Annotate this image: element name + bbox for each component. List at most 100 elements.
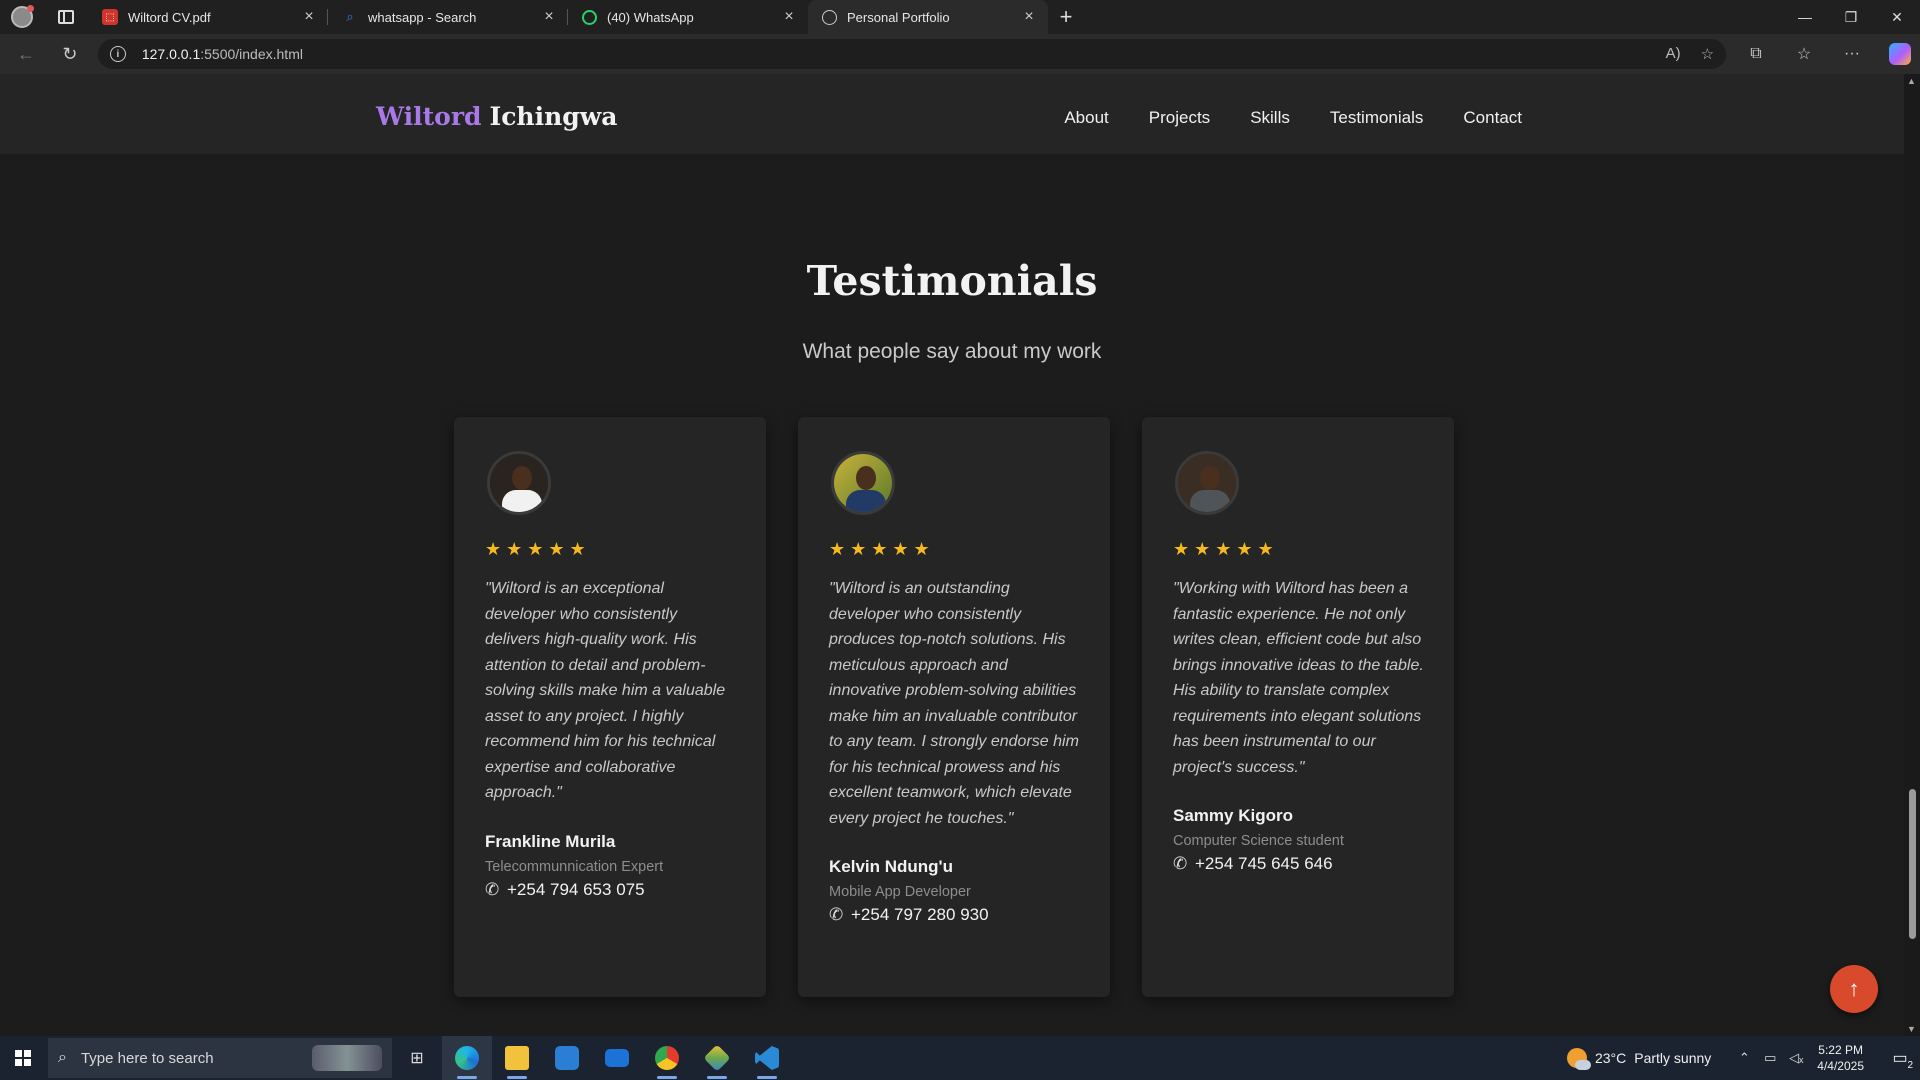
testimonial-phone[interactable]: ✆ +254 794 653 075 [485,880,736,900]
edge-icon [455,1046,479,1070]
phone-number: +254 797 280 930 [851,905,989,924]
testimonial-quote: "Wiltord is an exceptional developer who… [485,580,726,801]
browser-tab-cv-pdf[interactable]: ⬚ Wiltord CV.pdf × [88,0,328,34]
site-nav: About Projects Skills Testimonials Conta… [1064,108,1522,128]
scroll-up-arrow-icon[interactable]: ▲ [1907,76,1916,86]
testimonial-role: Computer Science student [1173,833,1344,849]
avatar-body [1190,490,1230,512]
close-tab-icon[interactable]: × [300,8,318,26]
chevron-up-icon[interactable]: ⌃ [1731,1050,1757,1066]
clock-date: 4/4/2025 [1817,1059,1864,1073]
nav-link-contact[interactable]: Contact [1463,108,1522,128]
folder-icon [505,1046,529,1070]
task-view-button[interactable]: ⊞ [392,1036,442,1080]
taskbar-git-app[interactable] [692,1036,742,1080]
close-tab-icon[interactable]: × [1020,8,1038,26]
taskbar-search-box[interactable]: ⌕ Type here to search [48,1038,392,1078]
more-menu-icon[interactable]: ··· [1832,38,1872,70]
minimize-icon[interactable]: — [1782,0,1828,34]
clock-time: 5:22 PM [1818,1043,1863,1057]
weather-widget[interactable]: 23°C Partly sunny [1566,1048,1711,1070]
site-logo[interactable]: Wiltord Ichingwa [376,102,617,131]
restore-icon[interactable]: ❐ [1828,0,1874,34]
taskbar-store[interactable] [542,1036,592,1080]
copilot-icon [1889,43,1912,65]
tab-title: (40) WhatsApp [607,9,694,25]
tab-actions-icon [58,10,74,24]
notification-center-button[interactable]: ▭ 2 [1880,1036,1920,1080]
profile-avatar-icon [11,5,34,28]
browser-tab-portfolio[interactable]: Personal Portfolio × [808,0,1048,34]
avatar-body [502,490,542,512]
read-aloud-icon[interactable]: A) [1666,45,1681,63]
extensions-icon[interactable]: ⧉ [1736,38,1776,70]
url-host: 127.0.0.1 [141,46,201,62]
scrollbar-thumb[interactable] [1909,789,1916,939]
taskbar-chrome[interactable] [642,1036,692,1080]
taskbar-mail[interactable] [592,1036,642,1080]
tab-actions-button[interactable] [44,0,88,34]
favorites-icon[interactable]: ☆ [1784,38,1824,70]
star-rating: ★★★★★ [1173,539,1279,559]
profile-button[interactable] [0,0,44,34]
globe-icon [822,9,837,25]
task-view-icon: ⊞ [410,1050,424,1067]
weather-temp: 23°C [1594,1050,1627,1066]
new-tab-button[interactable]: + [1048,0,1084,34]
nav-link-testimonials[interactable]: Testimonials [1330,108,1424,128]
browser-tab-whatsapp[interactable]: (40) WhatsApp × [568,0,808,34]
star-rating: ★★★★★ [485,539,591,559]
phone-icon: ✆ [485,879,500,899]
back-to-top-button[interactable]: ↑ [1830,965,1878,1013]
url-text[interactable]: 127.0.0.1:5500/index.html [142,46,303,62]
testimonial-card: ★★★★★ "Working with Wiltord has been a f… [1142,417,1454,997]
copilot-button[interactable] [1880,38,1920,70]
nav-link-projects[interactable]: Projects [1149,108,1210,128]
tab-title: whatsapp - Search [368,9,477,25]
back-button[interactable]: ← [8,36,44,72]
page-scrollbar[interactable]: ▲ ▼ [1904,74,1920,1036]
testimonial-phone[interactable]: ✆ +254 797 280 930 [829,905,1080,925]
vscode-icon [755,1046,779,1070]
taskbar-file-explorer[interactable] [492,1036,542,1080]
search-highlight-image [312,1045,382,1071]
clock[interactable]: 5:22 PM 4/4/2025 [1817,1042,1864,1074]
notification-icon: ▭ [1892,1050,1908,1067]
phone-number: +254 794 653 075 [507,879,645,899]
phone-icon: ✆ [829,905,844,924]
phone-icon: ✆ [1173,854,1188,873]
volume-muted-icon[interactable]: ◁ₓ [1783,1050,1809,1066]
testimonial-card: ★★★★★ "Wiltord is an outstanding develop… [798,417,1110,997]
browser-tab-search[interactable]: ⌕ whatsapp - Search × [328,0,568,34]
git-app-icon [703,1044,731,1072]
close-tab-icon[interactable]: × [780,8,798,26]
nav-link-skills[interactable]: Skills [1250,108,1290,128]
page-viewport: Wiltord Ichingwa About Projects Skills Te… [0,74,1920,1036]
testimonial-phone[interactable]: ✆ +254 745 645 646 [1173,854,1424,874]
favorite-star-icon[interactable]: ☆ [1701,45,1714,63]
address-bar[interactable]: i 127.0.0.1:5500/index.html A) ☆ [97,39,1727,69]
avatar-head [512,466,532,490]
avatar [831,451,895,515]
scroll-down-arrow-icon[interactable]: ▼ [1907,1024,1916,1034]
phone-number: +254 745 645 646 [1195,854,1333,873]
close-tab-icon[interactable]: × [540,8,558,26]
testimonial-role: Mobile App Developer [829,884,971,900]
testimonial-card: ★★★★★ "Wiltord is an exceptional develop… [454,417,766,997]
nav-link-about[interactable]: About [1064,108,1108,128]
system-tray: 23°C Partly sunny ⌃ ▭ ◁ₓ 5:22 PM 4/4/202… [1566,1036,1920,1080]
taskbar-edge[interactable] [442,1036,492,1080]
network-icon[interactable]: ▭ [1757,1050,1783,1066]
start-button[interactable] [0,1036,46,1080]
site-info-icon[interactable]: i [109,46,126,62]
taskbar-vscode[interactable] [742,1036,792,1080]
testimonial-role: Telecommunnication Expert [485,858,664,875]
avatar [1175,451,1239,515]
testimonial-name: Kelvin Ndung'u [829,857,953,876]
refresh-button[interactable]: ↻ [52,36,88,72]
close-window-icon[interactable]: ✕ [1874,0,1920,34]
search-placeholder: Type here to search [80,1049,214,1067]
site-header: Wiltord Ichingwa About Projects Skills Te… [0,74,1904,154]
browser-tab-bar: ⬚ Wiltord CV.pdf × ⌕ whatsapp - Search ×… [0,0,1920,34]
logo-first-name: Wiltord [376,102,482,131]
